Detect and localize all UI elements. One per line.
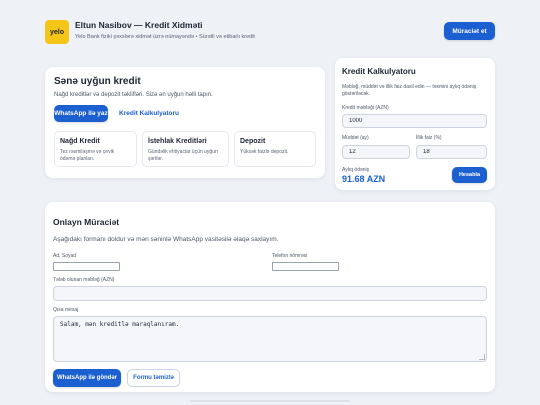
service-title: Nağd Kredit	[60, 138, 100, 145]
header-subtitle: Yelo Bank fiziki şəxslərə xidmət üzrə nü…	[75, 34, 255, 40]
name-input[interactable]	[53, 262, 120, 271]
rate-input[interactable]	[416, 145, 487, 159]
amount-label: Kredit məbləği (AZN)	[342, 105, 389, 111]
requested-amount-input[interactable]	[53, 286, 487, 301]
calculator-title: Kredit Kalkulyatoru	[342, 67, 416, 76]
service-title: İstehlak Kreditləri	[148, 138, 207, 145]
application-card: Onlayn Müraciət Aşağıdakı formanı doldur…	[45, 202, 495, 392]
message-label: Qısa mesaj	[53, 307, 79, 313]
message-textarea[interactable]: Salam, mən kreditlə maraqlanıram.	[53, 316, 487, 362]
send-whatsapp-button[interactable]: WhatsApp ilə göndər	[53, 369, 121, 387]
rate-label: İllik faiz (%)	[416, 135, 442, 141]
service-card-cash-credit: Nağd Kredit Tez rəsmiləşmə və çevik ödəm…	[54, 131, 137, 167]
yelo-logo: yelo	[45, 20, 69, 44]
requested-amount-label: Tələb olunan məbləğ (AZN)	[53, 277, 115, 283]
hero-title: Sənə uyğun kredit	[54, 76, 141, 87]
term-label: Müddət (ay)	[342, 135, 369, 141]
calculator-link-button[interactable]: Kredit Kalkulyatoru	[114, 105, 184, 122]
monthly-payment-label: Aylıq ödəniş	[342, 167, 370, 173]
service-card-deposit: Depozit Yüksək faizlə depozit.	[234, 131, 316, 167]
calculator-desc: Məbləğ, müddət və illik faiz daxil edin …	[342, 84, 477, 97]
name-label: Ad, Soyad	[53, 253, 77, 259]
service-desc: Tez rəsmiləşmə və çevik ödəmə planları.	[60, 149, 115, 162]
service-desc: Gündəlik ehtiyaclar üçün uyğun şərtlər.	[148, 149, 218, 162]
phone-input[interactable]	[272, 262, 339, 271]
logo-text: yelo	[49, 28, 64, 36]
footer-divider	[190, 400, 350, 402]
apply-button[interactable]: Müraciət et	[444, 22, 495, 40]
loan-amount-input[interactable]	[342, 114, 487, 128]
clear-form-button[interactable]: Formu təmizlə	[127, 369, 180, 387]
phone-label: Telefon nömrəsi	[272, 253, 308, 259]
service-title: Depozit	[240, 138, 266, 145]
whatsapp-button[interactable]: WhatsApp ilə yaz	[54, 105, 108, 122]
term-input[interactable]	[342, 145, 410, 159]
application-title: Onlayn Müraciət	[53, 217, 120, 227]
application-desc: Aşağıdakı formanı doldur və mən səninlə …	[53, 236, 279, 243]
header: yelo Eltun Nasibov — Kredit Xidməti Yelo…	[0, 0, 540, 56]
monthly-payment-value: 91.68 AZN	[342, 174, 386, 184]
page-title: Eltun Nasibov — Kredit Xidməti	[75, 20, 203, 30]
hero-subtitle: Nağd kreditlər və depozit təklifləri. Si…	[54, 92, 213, 98]
textarea-resize-handle[interactable]	[479, 354, 485, 360]
hero-card: Sənə uyğun kredit Nağd kreditlər və depo…	[45, 67, 325, 178]
service-desc: Yüksək faizlə depozit.	[240, 149, 289, 155]
service-card-consumer-credit: İstehlak Kreditləri Gündəlik ehtiyaclar …	[142, 131, 229, 167]
calculate-button[interactable]: Hesabla	[452, 167, 487, 183]
calculator-card: Kredit Kalkulyatoru Məbləğ, müddət və il…	[335, 58, 495, 190]
